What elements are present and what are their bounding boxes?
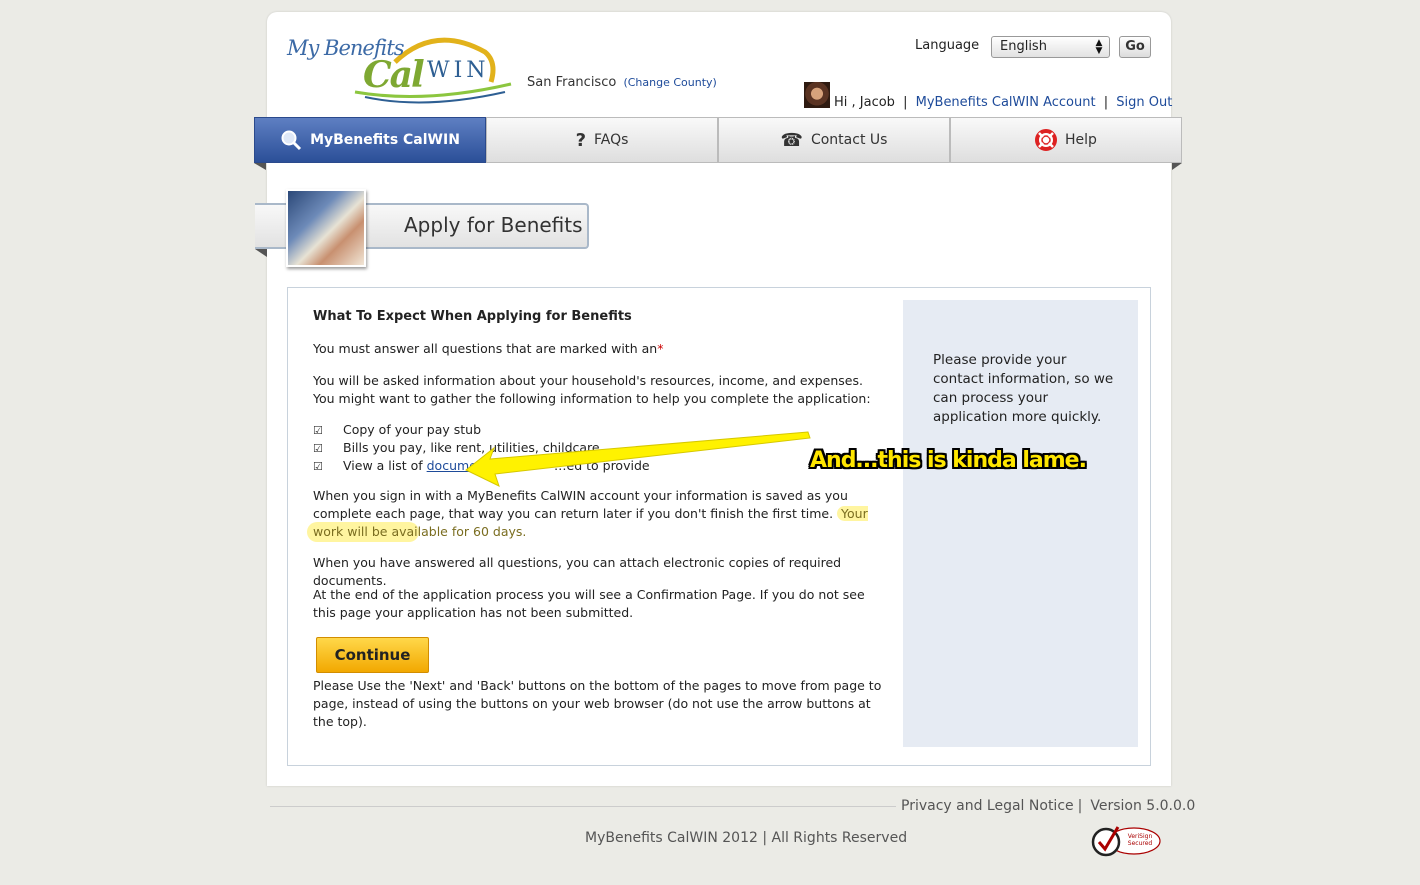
nav-fold-left: [254, 163, 266, 170]
language-select[interactable]: English ▲ ▼: [991, 36, 1110, 58]
tab-label: Contact Us: [810, 132, 888, 148]
version-text: Version 5.0.0.0: [1090, 798, 1196, 814]
page-title: Apply for Benefits: [404, 213, 583, 237]
required-note: You must answer all questions that are m…: [313, 340, 663, 358]
question-icon: ?: [575, 129, 587, 151]
continue-button[interactable]: Continue: [316, 637, 429, 673]
avatar: [804, 82, 830, 108]
verisign-seal-text: VeriSign Secured: [1127, 833, 1153, 847]
privacy-link[interactable]: Privacy and Legal Notice: [901, 798, 1074, 814]
required-asterisk: *: [657, 341, 664, 356]
tab-faqs[interactable]: ? FAQs: [486, 117, 718, 163]
footer-separator: |: [1077, 798, 1083, 814]
user-greeting: Hi , Jacob: [834, 95, 895, 110]
annotation-label: And...this is kinda lame.: [810, 448, 1087, 473]
section-heading: What To Expect When Applying for Benefit…: [313, 309, 632, 324]
nav-fold-right: [1172, 163, 1182, 170]
documents-link[interactable]: documer: [427, 458, 482, 473]
checkmark-icon: ☑: [313, 460, 323, 473]
writing-hand-image: [286, 189, 366, 267]
change-county-link[interactable]: (Change County): [623, 76, 716, 89]
banner-fold: [255, 249, 267, 257]
confirmation-text: At the end of the application process yo…: [313, 587, 865, 620]
logo-text-win: WIN: [427, 58, 490, 83]
tab-contact-us[interactable]: ☎ Contact Us: [718, 117, 950, 163]
intro-text: You will be asked information about your…: [313, 373, 871, 406]
save-info-text: When you sign in with a MyBenefits CalWI…: [313, 487, 873, 541]
list-item-prefix: View a list of: [343, 458, 427, 473]
go-button[interactable]: Go: [1119, 36, 1151, 58]
calwin-logo[interactable]: My Benefits Cal WIN: [285, 22, 515, 104]
navigation-note: Please Use the 'Next' and 'Back' buttons…: [313, 678, 882, 729]
checkmark-icon: ☑: [313, 424, 323, 437]
tab-mybenefits-calwin[interactable]: MyBenefits CalWIN: [254, 117, 486, 163]
tab-label: FAQs: [594, 132, 629, 148]
list-item-text: Copy of your pay stub: [343, 422, 482, 437]
language-selected-value: English: [1000, 39, 1047, 54]
list-item-text: Bills you pay, like rent, utilities, chi…: [343, 440, 600, 455]
tab-help[interactable]: Help: [950, 117, 1182, 163]
sidebar-text: Please provide your contact information,…: [933, 352, 1114, 425]
phone-icon: ☎: [780, 129, 803, 151]
select-arrows-icon: ▲ ▼: [1095, 38, 1103, 56]
footer-divider: [270, 806, 896, 807]
required-note-text: You must answer all questions that are m…: [313, 341, 658, 356]
footer-links: Privacy and Legal Notice | Version 5.0.0.0: [901, 798, 1195, 814]
county-display: San Francisco (Change County): [527, 75, 717, 90]
list-item: ☑ View a list of documer …ed to provide: [313, 457, 650, 476]
user-bar-separator: |: [1103, 95, 1109, 110]
highlighted-text: available for 60 days.: [391, 524, 527, 539]
list-item: ☑ Bills you pay, like rent, utilities, ch…: [313, 439, 600, 458]
save-info-body: When you sign in with a MyBenefits CalWI…: [313, 488, 848, 521]
list-item: ☑ Copy of your pay stub: [313, 421, 481, 440]
language-label: Language: [915, 38, 980, 53]
user-bar-separator: |: [903, 95, 908, 110]
main-nav: MyBenefits CalWIN ? FAQs ☎ Contact Us He…: [254, 117, 1182, 163]
lifebuoy-icon: [1035, 129, 1058, 151]
attach-text: When you have answered all questions, yo…: [313, 555, 842, 588]
logo-text-cal: Cal: [363, 54, 425, 96]
magnifier-icon: [281, 130, 302, 151]
sign-out-link[interactable]: Sign Out: [1116, 95, 1172, 110]
list-item-tail: …ed to provide: [554, 458, 650, 473]
county-name: San Francisco: [527, 75, 617, 90]
copyright-text: MyBenefits CalWIN 2012 | All Rights Rese…: [585, 830, 908, 846]
user-bar: Hi , Jacob | MyBenefits CalWIN Account |…: [834, 95, 1172, 110]
tab-label: MyBenefits CalWIN: [310, 132, 460, 148]
tab-label: Help: [1065, 132, 1097, 148]
account-link[interactable]: MyBenefits CalWIN Account: [916, 95, 1096, 110]
checkmark-icon: ☑: [313, 442, 323, 455]
